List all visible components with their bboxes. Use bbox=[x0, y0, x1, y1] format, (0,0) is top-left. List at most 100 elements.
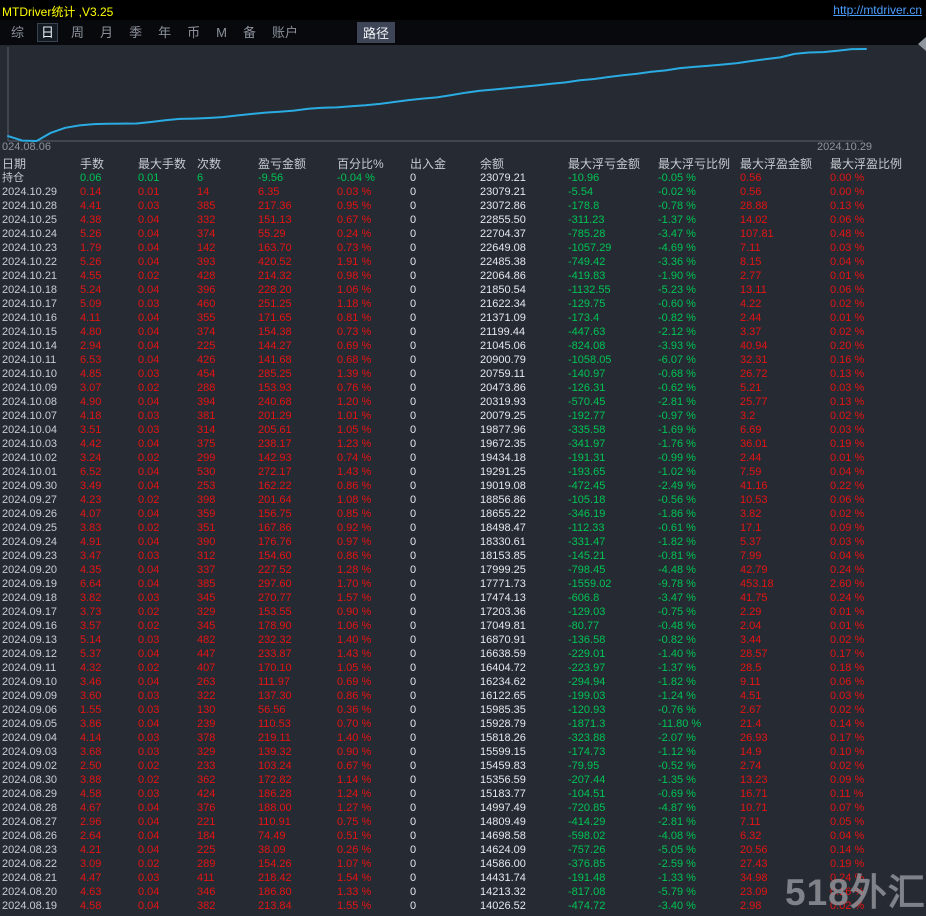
cell-8: -335.58 bbox=[568, 424, 606, 436]
cell-5: 0.24 % bbox=[337, 228, 372, 240]
cell-8: -341.97 bbox=[568, 438, 606, 450]
cell-3: 381 bbox=[197, 410, 216, 422]
table-row[interactable]: 2024.09.05 3.86 0.04 239 110.53 0.70 % 0 15928.… bbox=[0, 717, 926, 731]
menu-item-季[interactable]: 季 bbox=[126, 23, 145, 42]
table-row[interactable]: 2024.10.14 2.94 0.04 225 144.27 0.69 % 0 21045.… bbox=[0, 339, 926, 353]
table-row[interactable]: 2024.10.11 6.53 0.04 426 141.68 0.68 % 0 20900.… bbox=[0, 353, 926, 367]
table-row[interactable]: 2024.09.23 3.47 0.03 312 154.60 0.86 % 0 18153.… bbox=[0, 549, 926, 563]
table-row[interactable]: 2024.08.26 2.64 0.04 184 74.49 0.51 % 0 14698.5… bbox=[0, 829, 926, 843]
table-row[interactable]: 2024.09.19 6.64 0.04 385 297.60 1.70 % 0 17771.… bbox=[0, 577, 926, 591]
table-row[interactable]: 2024.10.17 5.09 0.03 460 251.25 1.18 % 0 21622.… bbox=[0, 297, 926, 311]
table-row[interactable]: 2024.09.02 2.50 0.02 233 103.24 0.67 % 0 15459.… bbox=[0, 759, 926, 773]
table-row[interactable]: 2024.10.22 5.26 0.04 393 420.52 1.91 % 0 22485.… bbox=[0, 255, 926, 269]
table-row[interactable]: 2024.08.27 2.96 0.04 221 110.91 0.75 % 0 14809.… bbox=[0, 815, 926, 829]
table-row[interactable]: 2024.10.01 6.52 0.04 530 272.17 1.43 % 0 19291.… bbox=[0, 465, 926, 479]
cell-11: 0.00 % bbox=[830, 186, 865, 198]
cell-1: 4.41 bbox=[80, 200, 102, 212]
cell-7: 14213.32 bbox=[480, 886, 526, 898]
cell-3: 355 bbox=[197, 312, 216, 324]
table-row[interactable]: 2024.10.18 5.24 0.04 396 228.20 1.06 % 0 21850.… bbox=[0, 283, 926, 297]
table-row[interactable]: 2024.09.24 4.91 0.04 390 176.76 0.97 % 0 18330.… bbox=[0, 535, 926, 549]
cell-7: 17203.36 bbox=[480, 606, 526, 618]
cell-5: 0.86 % bbox=[337, 550, 372, 562]
table-row[interactable]: 2024.10.10 4.85 0.03 454 285.25 1.39 % 0 20759.… bbox=[0, 367, 926, 381]
table-row[interactable]: 2024.08.29 4.58 0.03 424 186.28 1.24 % 0 15183.… bbox=[0, 787, 926, 801]
table-row[interactable]: 2024.10.08 4.90 0.04 394 240.68 1.20 % 0 20319.… bbox=[0, 395, 926, 409]
cell-0: 2024.09.16 bbox=[2, 620, 58, 632]
table-row[interactable]: 2024.09.12 5.37 0.04 447 233.87 1.43 % 0 16638.… bbox=[0, 647, 926, 661]
cell-11: 0.06 % bbox=[830, 676, 865, 688]
cell-3: 374 bbox=[197, 326, 216, 338]
menu-item-备[interactable]: 备 bbox=[240, 23, 259, 42]
cell-5: 0.51 % bbox=[337, 830, 372, 842]
cell-5: 0.69 % bbox=[337, 676, 372, 688]
table-row[interactable]: 2024.10.09 3.07 0.02 288 153.93 0.76 % 0 20473.… bbox=[0, 381, 926, 395]
cell-5: 1.23 % bbox=[337, 438, 372, 450]
menu-item-年[interactable]: 年 bbox=[155, 23, 174, 42]
table-row[interactable]: 2024.10.21 4.55 0.02 428 214.32 0.98 % 0 22064.… bbox=[0, 269, 926, 283]
cell-11: 0.03 % bbox=[830, 242, 865, 254]
cell-10: 41.16 bbox=[740, 480, 768, 492]
menu-item-日[interactable]: 日 bbox=[37, 23, 59, 42]
cell-5: -0.04 % bbox=[337, 172, 375, 184]
table-row-position[interactable]: 持仓 0.06 0.01 6 -9.56 -0.04 % 0 23079.21 -10.96 -0… bbox=[0, 171, 926, 185]
path-button[interactable]: 路径 bbox=[356, 22, 395, 43]
cell-11: 0.17 % bbox=[830, 648, 865, 660]
cell-10: 0.56 bbox=[740, 186, 762, 198]
menu-item-币[interactable]: 币 bbox=[184, 23, 203, 42]
table-row[interactable]: 2024.09.25 3.83 0.02 351 167.86 0.92 % 0 18498.… bbox=[0, 521, 926, 535]
table-row[interactable]: 2024.09.20 4.35 0.04 337 227.52 1.28 % 0 17999.… bbox=[0, 563, 926, 577]
table-row[interactable]: 2024.09.26 4.07 0.04 359 156.75 0.85 % 0 18655.… bbox=[0, 507, 926, 521]
table-row[interactable]: 2024.09.17 3.73 0.02 329 153.55 0.90 % 0 17203.… bbox=[0, 605, 926, 619]
cell-9: -1.37 % bbox=[658, 662, 696, 674]
table-row[interactable]: 2024.10.07 4.18 0.03 381 201.29 1.01 % 0 20079.… bbox=[0, 409, 926, 423]
table-row[interactable]: 2024.09.27 4.23 0.02 398 201.64 1.08 % 0 18856.… bbox=[0, 493, 926, 507]
menu-item-M[interactable]: M bbox=[213, 23, 230, 42]
table-row[interactable]: 2024.09.10 3.46 0.04 263 111.97 0.69 % 0 16234.… bbox=[0, 675, 926, 689]
cell-10: 40.94 bbox=[740, 340, 768, 352]
cell-0: 2024.09.09 bbox=[2, 690, 58, 702]
cell-5: 1.54 % bbox=[337, 872, 372, 884]
cell-10: 41.75 bbox=[740, 592, 768, 604]
app-url-link[interactable]: http://mtdriver.cn bbox=[833, 3, 922, 17]
cell-6: 0 bbox=[410, 438, 417, 450]
table-row[interactable]: 2024.08.23 4.21 0.04 225 38.09 0.26 % 0 14624.0… bbox=[0, 843, 926, 857]
cell-2: 0.02 bbox=[138, 620, 160, 632]
cell-3: 375 bbox=[197, 438, 216, 450]
cell-0: 2024.10.21 bbox=[2, 270, 58, 282]
table-row[interactable]: 2024.09.06 1.55 0.03 130 56.56 0.36 % 0 15985.3… bbox=[0, 703, 926, 717]
title-bar: MTDriver统计 ,V3.25 http://mtdriver.cn bbox=[0, 0, 926, 20]
table-row[interactable]: 2024.10.02 3.24 0.02 299 142.93 0.74 % 0 19434.… bbox=[0, 451, 926, 465]
menu-item-账户[interactable]: 账户 bbox=[269, 23, 301, 42]
table-row[interactable]: 2024.09.09 3.60 0.03 322 137.30 0.86 % 0 16122.… bbox=[0, 689, 926, 703]
table-row[interactable]: 2024.09.13 5.14 0.03 482 232.32 1.40 % 0 16870.… bbox=[0, 633, 926, 647]
cell-4: 154.60 bbox=[258, 550, 292, 562]
menu-item-综[interactable]: 综 bbox=[8, 23, 27, 42]
table-row[interactable]: 2024.10.28 4.41 0.03 385 217.36 0.95 % 0 23072.… bbox=[0, 199, 926, 213]
table-row[interactable]: 2024.09.16 3.57 0.02 345 178.90 1.06 % 0 17049.… bbox=[0, 619, 926, 633]
table-row[interactable]: 2024.10.16 4.11 0.04 355 171.65 0.81 % 0 21371.… bbox=[0, 311, 926, 325]
cell-4: 270.77 bbox=[258, 592, 292, 604]
table-row[interactable]: 2024.09.18 3.82 0.03 345 270.77 1.57 % 0 17474.… bbox=[0, 591, 926, 605]
cell-2: 0.03 bbox=[138, 732, 160, 744]
cell-8: -1058.05 bbox=[568, 354, 612, 366]
table-row[interactable]: 2024.08.28 4.67 0.04 376 188.00 1.27 % 0 14997.… bbox=[0, 801, 926, 815]
table-row[interactable]: 2024.09.04 4.14 0.03 378 219.11 1.40 % 0 15818.… bbox=[0, 731, 926, 745]
table-row[interactable]: 2024.10.25 4.38 0.04 332 151.13 0.67 % 0 22855.… bbox=[0, 213, 926, 227]
cell-10: 6.32 bbox=[740, 830, 762, 842]
menu-item-月[interactable]: 月 bbox=[97, 23, 116, 42]
cell-9: -0.62 % bbox=[658, 382, 696, 394]
cell-5: 0.98 % bbox=[337, 270, 372, 282]
table-row[interactable]: 2024.09.11 4.32 0.02 407 170.10 1.05 % 0 16404.… bbox=[0, 661, 926, 675]
table-row[interactable]: 2024.10.23 1.79 0.04 142 163.70 0.73 % 0 22649.… bbox=[0, 241, 926, 255]
table-row[interactable]: 2024.09.30 3.49 0.04 253 162.22 0.86 % 0 19019.… bbox=[0, 479, 926, 493]
menu-item-周[interactable]: 周 bbox=[68, 23, 87, 42]
table-row[interactable]: 2024.10.03 4.42 0.04 375 238.17 1.23 % 0 19672.… bbox=[0, 437, 926, 451]
table-row[interactable]: 2024.09.03 3.68 0.03 329 139.32 0.90 % 0 15599.… bbox=[0, 745, 926, 759]
table-row[interactable]: 2024.10.29 0.14 0.01 14 6.35 0.03 % 0 23079.21 -… bbox=[0, 185, 926, 199]
table-row[interactable]: 2024.10.15 4.80 0.04 374 154.38 0.73 % 0 21199.… bbox=[0, 325, 926, 339]
table-row[interactable]: 2024.10.24 5.26 0.04 374 55.29 0.24 % 0 22704.3… bbox=[0, 227, 926, 241]
table-row[interactable]: 2024.10.04 3.51 0.03 314 205.61 1.05 % 0 19877.… bbox=[0, 423, 926, 437]
table-row[interactable]: 2024.08.30 3.88 0.02 362 172.82 1.14 % 0 15356.… bbox=[0, 773, 926, 787]
cell-7: 22855.50 bbox=[480, 214, 526, 226]
